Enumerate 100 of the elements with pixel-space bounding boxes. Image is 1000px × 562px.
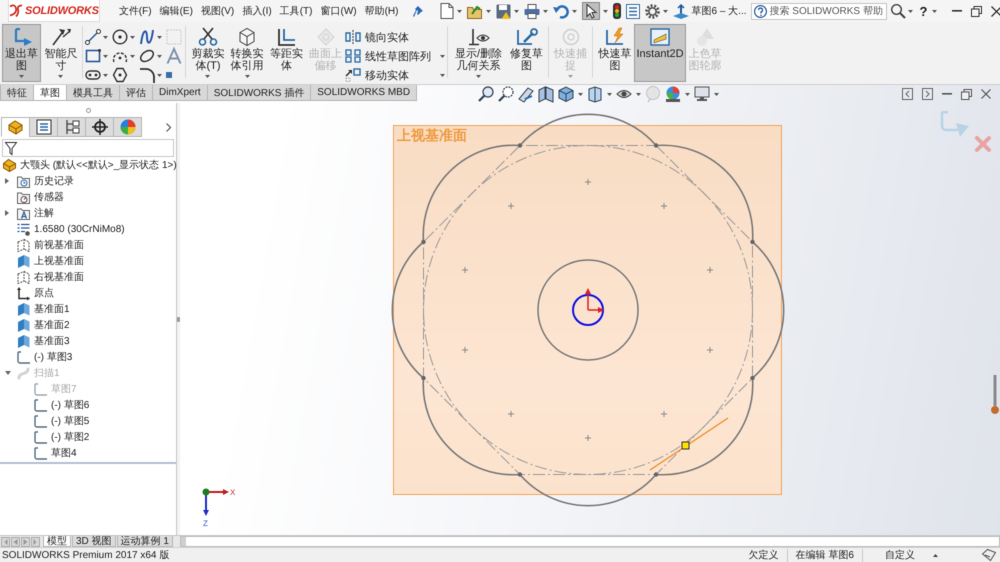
dropdown-caret-icon[interactable] (603, 10, 608, 12)
view-tab[interactable]: 3D 视图 (72, 536, 116, 547)
dropdown-caret-icon[interactable] (486, 10, 492, 12)
collapse-caret-icon[interactable] (5, 371, 11, 375)
dropdown-caret-icon[interactable] (572, 10, 578, 12)
dropdown-caret-icon[interactable] (932, 10, 938, 12)
material-icon[interactable] (17, 222, 30, 236)
cube-icon[interactable] (237, 28, 258, 46)
tree-item[interactable]: 基准面1 (17, 302, 70, 316)
splitter-handle-icon[interactable] (177, 316, 180, 322)
panel-tab[interactable] (85, 117, 114, 137)
axis-plane-icon[interactable] (673, 4, 690, 18)
traffic-light-icon[interactable] (613, 3, 622, 19)
tree-item[interactable]: (-) 草图2 (34, 430, 90, 444)
new-document-icon[interactable] (440, 3, 454, 19)
panel-tab[interactable] (29, 117, 58, 137)
minimize-icon[interactable] (952, 10, 962, 12)
dropdown-caret-icon[interactable] (103, 74, 108, 76)
tree-item[interactable]: 上视基准面 (17, 254, 84, 268)
sphere-icon[interactable] (665, 86, 682, 102)
folder-icon[interactable] (467, 4, 484, 18)
tree-item[interactable]: 前视基准面 (17, 238, 84, 252)
help-circle-icon[interactable] (754, 4, 766, 18)
dropdown-caret-icon[interactable] (244, 75, 250, 78)
ribbon-button[interactable]: 修复草图 (506, 24, 546, 82)
ribbon-list-button[interactable]: 线性草图阵列 (345, 47, 446, 65)
tree-item[interactable]: 历史记录 (17, 174, 74, 188)
restore-icon[interactable] (971, 6, 982, 16)
shaded-cube-icon[interactable] (558, 86, 574, 102)
sketch-icon[interactable] (34, 430, 47, 444)
menu-item[interactable]: 帮助(H) (364, 4, 400, 18)
zoom-icon[interactable] (478, 86, 494, 102)
dropdown-caret-icon[interactable] (685, 92, 690, 96)
dropdown-caret-icon[interactable] (157, 74, 162, 76)
tree-item[interactable]: 基准面3 (17, 334, 70, 348)
close-icon[interactable] (991, 6, 1000, 16)
search-icon[interactable] (890, 4, 904, 18)
dropdown-caret-icon[interactable] (157, 36, 162, 38)
line-icon[interactable] (85, 29, 102, 45)
plane-icon[interactable] (17, 318, 30, 332)
expand-caret-icon[interactable] (5, 210, 9, 216)
dropdown-caret-icon[interactable] (908, 10, 912, 12)
dropdown-caret-icon[interactable] (714, 92, 720, 96)
dropdown-caret-icon[interactable] (476, 75, 482, 78)
ellipse-icon[interactable] (139, 48, 156, 64)
pencil-icon[interactable] (518, 86, 534, 102)
menu-item[interactable]: 视图(V) (200, 4, 236, 18)
tree-item[interactable]: 基准面2 (17, 318, 70, 332)
split-box-icon[interactable] (587, 86, 604, 102)
sketch-icon[interactable] (34, 398, 47, 412)
dropdown-caret-icon[interactable] (58, 75, 64, 78)
clock-folder-icon[interactable] (17, 174, 30, 188)
monitor-icon[interactable] (694, 86, 710, 102)
command-tab[interactable]: 特征 (0, 85, 34, 101)
sketch-icon[interactable] (34, 414, 47, 428)
tree-item[interactable]: 原点 (17, 286, 54, 300)
panel-left-icon[interactable] (902, 88, 913, 100)
tree-item[interactable]: 注解 (17, 206, 54, 220)
ribbon-button[interactable]: 智能尺寸 (41, 24, 80, 82)
command-tab[interactable]: 模具工具 (66, 85, 120, 101)
panel-tab[interactable] (1, 117, 30, 137)
tree-item[interactable]: 传感器 (17, 190, 64, 204)
gauge-folder-icon[interactable] (17, 190, 30, 204)
tree-item[interactable]: 草图4 (34, 446, 77, 460)
tree-icon[interactable] (64, 119, 80, 135)
dropdown-caret-icon[interactable] (457, 10, 462, 12)
plane-icon[interactable] (17, 302, 30, 316)
units-button[interactable]: 自定义 (885, 548, 938, 562)
crosshair-icon[interactable] (92, 119, 108, 135)
plane-icon[interactable] (17, 254, 30, 268)
dropdown-caret-icon[interactable] (130, 54, 136, 58)
tree-item[interactable]: 右视基准面 (17, 270, 84, 284)
search-field[interactable]: 搜索 SOLIDWORKS 帮助 (750, 2, 886, 20)
part-icon[interactable] (3, 158, 16, 172)
command-tab[interactable]: 草图 (33, 85, 67, 101)
command-tab[interactable]: DimXpert (152, 85, 208, 101)
ribbon-button[interactable]: 转换实体引用 (228, 24, 267, 82)
collapse-handle-icon[interactable] (86, 108, 90, 112)
filter-field[interactable] (2, 139, 174, 157)
point-icon[interactable] (166, 72, 172, 78)
scissors-icon[interactable] (198, 28, 218, 46)
text-tool-icon[interactable] (166, 48, 182, 64)
sketch-wrench-icon[interactable] (516, 28, 538, 46)
settings-icon[interactable] (645, 4, 660, 18)
sketch-icon[interactable] (34, 446, 47, 460)
plane-icon[interactable] (17, 334, 30, 348)
relations-eye-icon[interactable] (468, 28, 490, 46)
view-tab[interactable]: 运动算例 1 (116, 536, 173, 547)
ribbon-button[interactable]: 快速草图 (595, 24, 634, 82)
sketch-lightning-icon[interactable] (604, 28, 625, 46)
zoom-area-icon[interactable] (498, 86, 514, 102)
tree-item[interactable]: (-) 草图5 (34, 414, 90, 428)
dropdown-caret-icon[interactable] (514, 10, 520, 12)
menu-item[interactable]: 插入(I) (241, 4, 273, 18)
circle-icon[interactable] (112, 29, 128, 45)
origin-icon[interactable] (17, 286, 30, 300)
dropdown-caret-icon[interactable] (103, 36, 108, 38)
help-button[interactable]: ? (918, 4, 930, 18)
part-icon[interactable] (8, 119, 24, 135)
command-tab[interactable]: SOLIDWORKS 插件 (206, 85, 312, 101)
